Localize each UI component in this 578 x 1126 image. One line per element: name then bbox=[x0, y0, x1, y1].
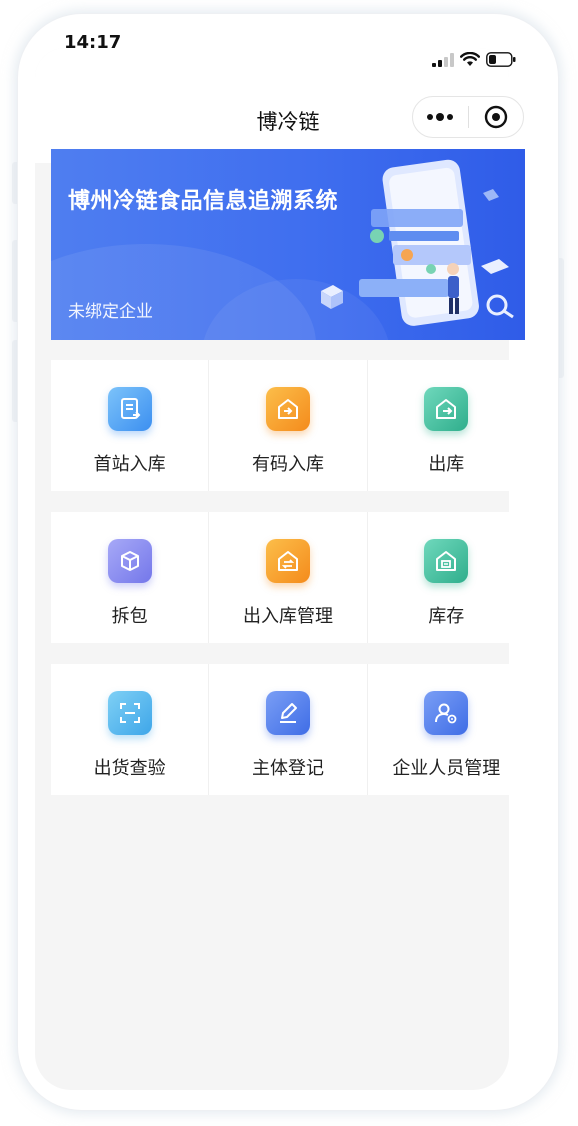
grid-item-unpack[interactable]: 拆包 bbox=[51, 512, 210, 643]
status-icons bbox=[432, 52, 516, 67]
more-dots-icon bbox=[427, 113, 454, 121]
more-button[interactable] bbox=[413, 97, 468, 137]
grid-item-entity-registration[interactable]: 主体登记 bbox=[209, 664, 368, 795]
grid-item-inventory[interactable]: 库存 bbox=[368, 512, 525, 643]
phone-frame: 14:17 博冷链 博州冷链食品信息追溯系统 未绑定企业 首站入库 有码入库 出… bbox=[18, 14, 558, 1110]
grid-item-first-stop-inbound[interactable]: 首站入库 bbox=[51, 360, 210, 491]
user-settings-icon bbox=[424, 691, 469, 735]
house-arrow-out-icon bbox=[424, 387, 469, 431]
scan-icon bbox=[107, 691, 152, 735]
grid-item-label: 出库 bbox=[428, 454, 465, 475]
grid-item-label: 库存 bbox=[428, 606, 465, 627]
grid-item-label: 出入库管理 bbox=[242, 606, 333, 627]
grid-item-shipment-inspection[interactable]: 出货查验 bbox=[51, 664, 210, 795]
grid-item-staff-management[interactable]: 企业人员管理 bbox=[368, 664, 525, 795]
grid-row-2: 拆包 出入库管理 库存 bbox=[51, 512, 525, 643]
signal-icon bbox=[432, 52, 454, 67]
grid-item-label: 企业人员管理 bbox=[392, 758, 501, 779]
grid-row-3: 出货查验 主体登记 企业人员管理 bbox=[51, 664, 525, 795]
battery-icon bbox=[486, 52, 516, 67]
target-close-icon bbox=[484, 105, 507, 129]
banner-subtitle[interactable]: 未绑定企业 bbox=[68, 297, 153, 322]
grid-item-label: 主体登记 bbox=[251, 758, 324, 779]
status-time: 14:17 bbox=[64, 32, 122, 53]
warehouse-icon bbox=[424, 539, 469, 583]
grid-row-1: 首站入库 有码入库 出库 bbox=[51, 360, 525, 491]
grid-item-label: 首站入库 bbox=[93, 454, 166, 475]
receipt-icon bbox=[107, 387, 152, 431]
mini-program-capsule bbox=[412, 96, 524, 138]
wifi-icon bbox=[460, 52, 480, 66]
close-miniprogram-button[interactable] bbox=[469, 97, 524, 137]
grid-item-outbound[interactable]: 出库 bbox=[368, 360, 525, 491]
grid-item-inout-management[interactable]: 出入库管理 bbox=[209, 512, 368, 643]
banner-title: 博州冷链食品信息追溯系统 bbox=[68, 189, 339, 214]
grid-item-label: 出货查验 bbox=[93, 758, 166, 779]
house-arrow-in-icon bbox=[265, 387, 310, 431]
grid-item-label: 有码入库 bbox=[251, 454, 324, 475]
house-exchange-icon bbox=[265, 539, 310, 583]
grid-item-label: 拆包 bbox=[111, 606, 148, 627]
box-icon bbox=[107, 539, 152, 583]
pen-edit-icon bbox=[265, 691, 310, 735]
grid-item-code-inbound[interactable]: 有码入库 bbox=[209, 360, 368, 491]
banner: 博州冷链食品信息追溯系统 未绑定企业 bbox=[51, 149, 525, 340]
